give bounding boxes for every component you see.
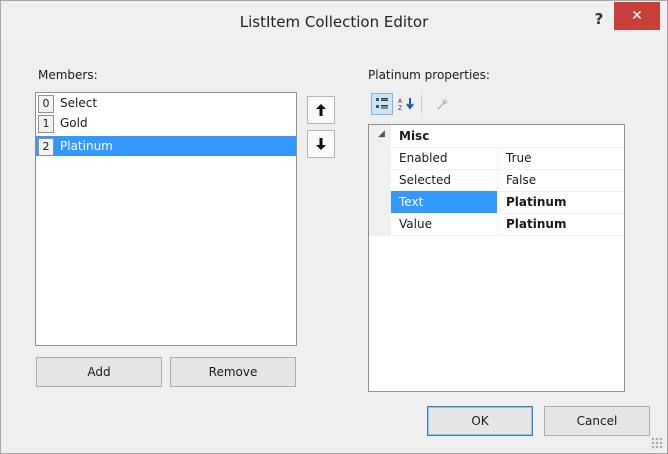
category-row-misc[interactable]: ◢ Misc	[369, 125, 624, 148]
arrow-down-icon	[316, 137, 326, 150]
cancel-button[interactable]: Cancel	[544, 406, 650, 436]
wrench-icon	[437, 98, 448, 110]
member-index: 2	[38, 138, 54, 156]
property-value[interactable]: Platinum	[506, 213, 566, 235]
property-name: Text	[391, 191, 497, 213]
property-row-selected[interactable]: Selected False	[369, 169, 624, 192]
svg-text:A: A	[398, 98, 403, 105]
grid-margin	[369, 147, 391, 169]
property-row-enabled[interactable]: Enabled True	[369, 147, 624, 170]
collapse-icon[interactable]: ◢	[378, 129, 385, 139]
property-name: Value	[399, 217, 432, 231]
ok-button[interactable]: OK	[427, 406, 533, 436]
property-value[interactable]: True	[506, 147, 532, 169]
property-value[interactable]: Platinum	[506, 191, 566, 213]
member-index: 0	[38, 95, 54, 113]
move-down-button[interactable]	[307, 130, 335, 158]
dialog-title: ListItem Collection Editor	[239, 13, 429, 31]
member-text: Select	[60, 96, 98, 110]
grid-margin	[369, 213, 391, 235]
alphabetical-button[interactable]: A Z	[396, 93, 418, 115]
title-bar[interactable]: ListItem Collection Editor ? ✕	[1, 1, 667, 41]
property-name: Selected	[399, 173, 452, 187]
column-divider	[497, 191, 498, 213]
property-row-text[interactable]: Text Platinum	[369, 191, 624, 214]
grid-margin	[369, 169, 391, 191]
member-text: Platinum	[60, 139, 113, 153]
members-label-text: Members:	[38, 68, 98, 82]
properties-label: Platinum properties:	[368, 68, 490, 82]
member-text: Gold	[60, 116, 88, 130]
property-grid[interactable]: ◢ Misc Enabled True Selected False Text …	[368, 124, 625, 392]
property-value[interactable]: False	[506, 169, 536, 191]
arrow-up-icon	[316, 103, 326, 116]
member-item-2[interactable]: 2 Platinum	[36, 136, 296, 156]
svg-text:Z: Z	[398, 105, 402, 111]
remove-button[interactable]: Remove	[170, 357, 296, 387]
column-divider	[497, 213, 498, 235]
close-button[interactable]: ✕	[614, 2, 660, 30]
help-button[interactable]: ?	[588, 8, 610, 30]
property-name: Enabled	[399, 151, 448, 165]
categorized-icon	[376, 98, 388, 109]
move-up-button[interactable]	[307, 96, 335, 124]
category-name: Misc	[399, 129, 430, 143]
categorized-button[interactable]	[371, 93, 393, 115]
column-divider	[497, 147, 498, 169]
resize-grip[interactable]	[651, 437, 663, 449]
grid-margin	[369, 191, 391, 213]
members-list[interactable]: 0 Select 1 Gold 2 Platinum	[35, 92, 297, 346]
members-label: Members:	[38, 68, 98, 82]
dialog-window: ListItem Collection Editor ? ✕ Members: …	[0, 0, 668, 454]
toolbar-separator	[421, 95, 422, 113]
property-toolbar: A Z	[369, 92, 465, 118]
member-item-0[interactable]: 0 Select	[36, 93, 296, 113]
alphabetical-icon: A Z	[398, 98, 414, 112]
property-pages-button[interactable]	[431, 93, 453, 115]
member-index: 1	[38, 115, 54, 133]
member-item-1[interactable]: 1 Gold	[36, 113, 296, 133]
add-button[interactable]: Add	[36, 357, 162, 387]
property-row-value[interactable]: Value Platinum	[369, 213, 624, 236]
column-divider	[497, 169, 498, 191]
